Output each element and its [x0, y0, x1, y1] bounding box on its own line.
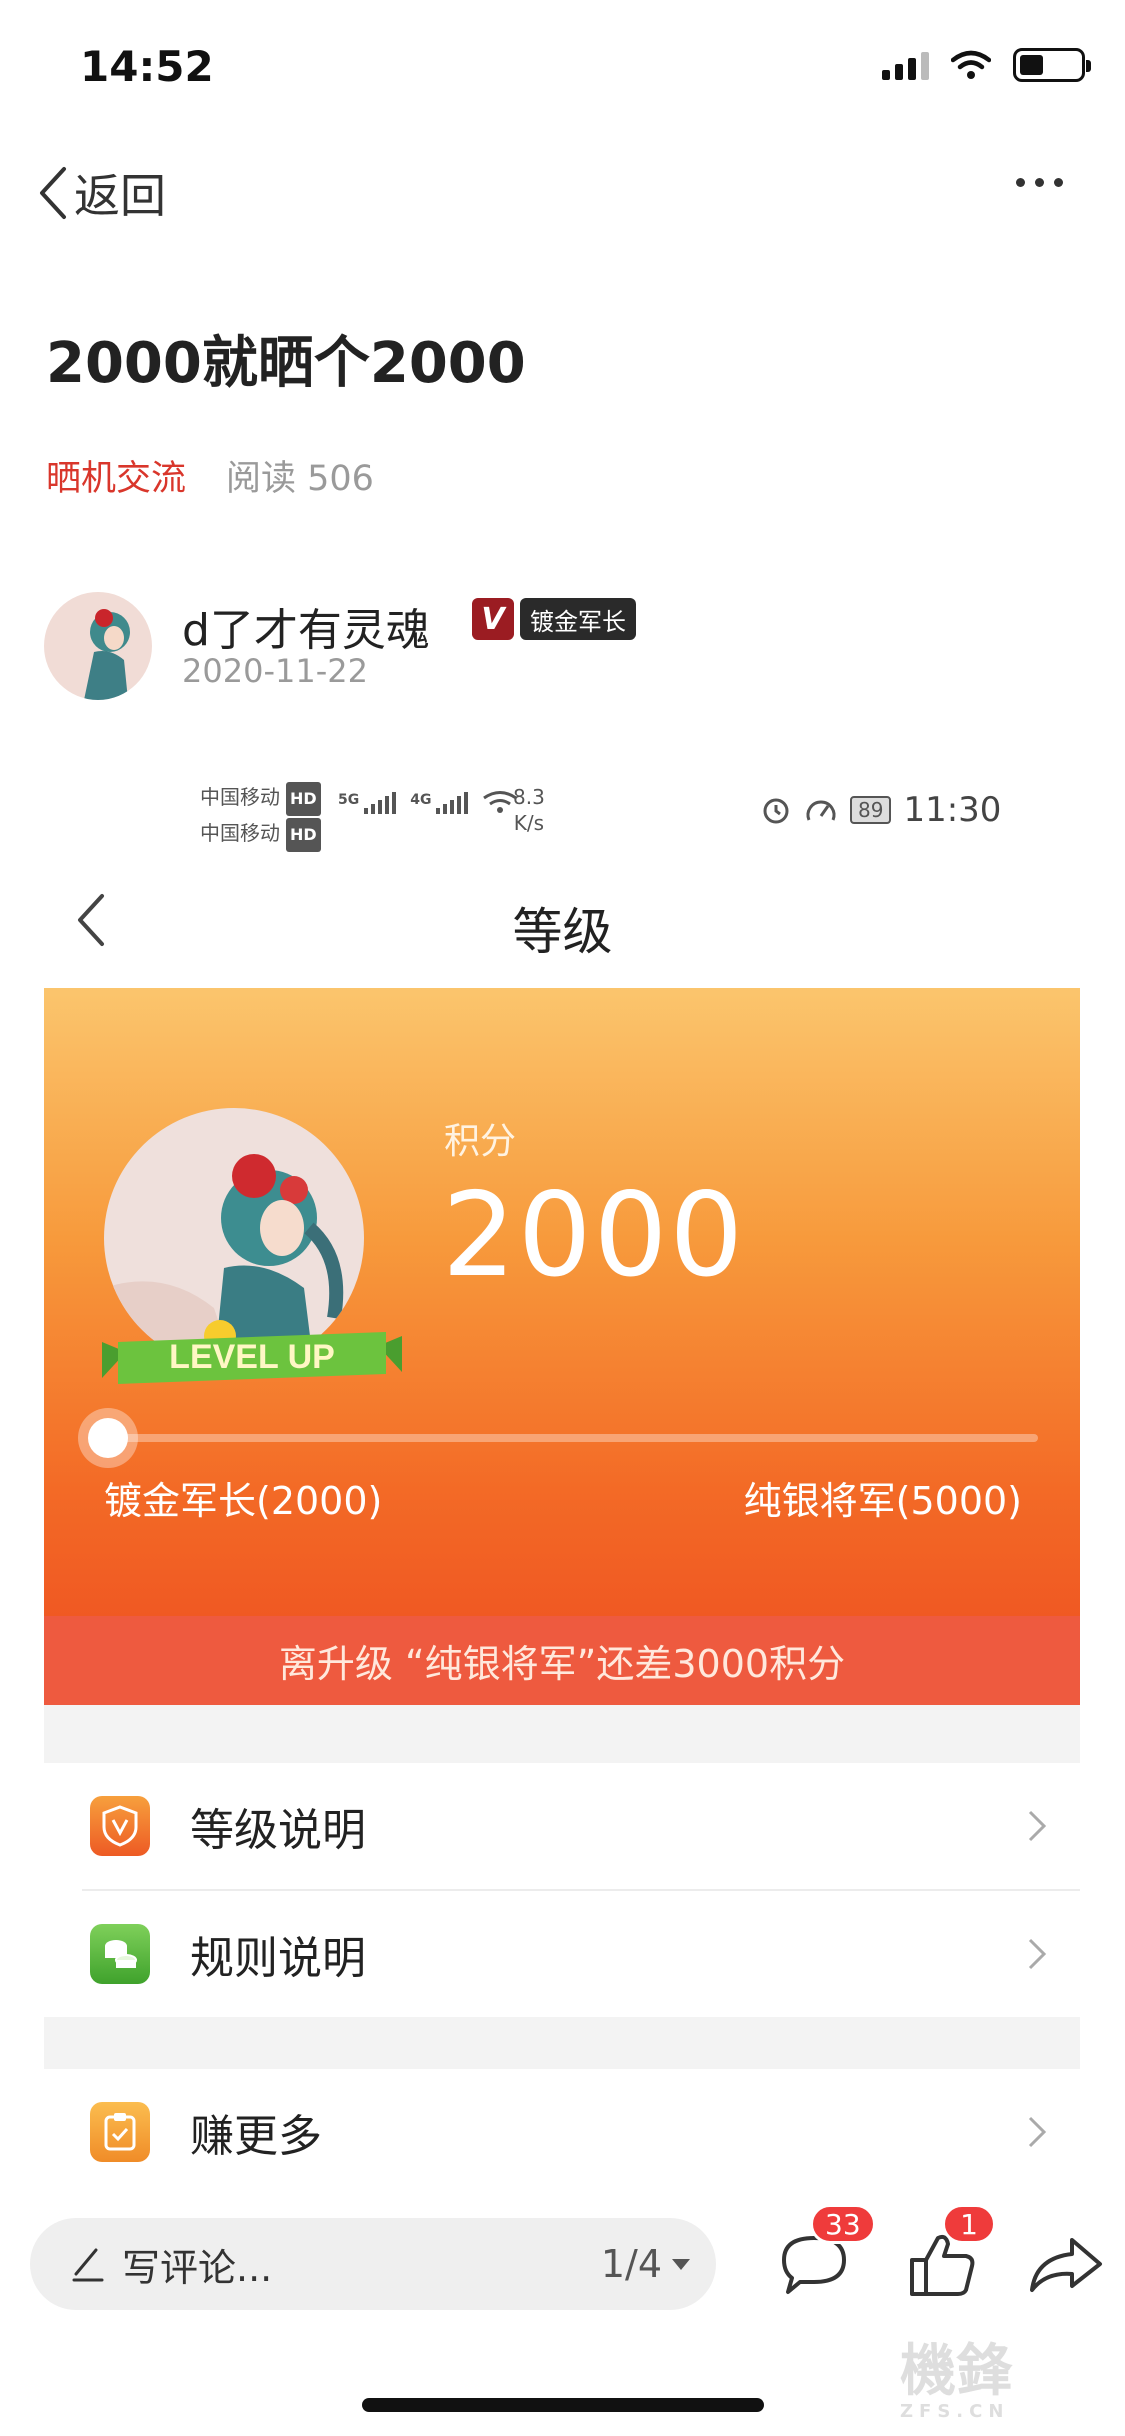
wifi-icon	[951, 50, 991, 79]
hd-badge: HD	[286, 782, 321, 816]
clipboard-check-icon	[90, 2102, 150, 2162]
current-level-label: 镀金军长(2000)	[104, 1479, 383, 1523]
category-link[interactable]: 晒机交流	[46, 450, 186, 501]
hd-badge: HD	[286, 818, 321, 852]
embedded-carrier-2: 中国移动	[200, 821, 280, 845]
level-card: LEVEL UP 积分 2000 镀金军长(2000) 纯银将军(5000) 离…	[44, 988, 1080, 1705]
section-gap	[44, 2017, 1080, 2069]
level-progress-knob	[88, 1418, 128, 1458]
status-icons	[882, 48, 1091, 82]
coins-icon	[90, 1924, 150, 1984]
cellular-signal-icon	[882, 50, 929, 80]
speedometer-icon	[806, 800, 836, 821]
dot-icon	[1054, 178, 1063, 187]
shield-v-icon	[90, 1796, 150, 1856]
pen-icon	[72, 2248, 104, 2282]
more-options-button[interactable]	[1016, 178, 1063, 187]
embedded-page-title: 等级	[512, 903, 613, 961]
post-meta: 晒机交流 阅读 506	[46, 450, 374, 501]
chevron-right-icon	[1028, 1938, 1047, 1970]
back-button[interactable]: 返回	[36, 160, 166, 226]
v5-badge-icon: V	[472, 598, 514, 640]
embedded-carrier-1: 中国移动	[200, 785, 280, 809]
points-value: 2000	[442, 1168, 746, 1303]
like-button[interactable]: 1	[898, 2204, 996, 2310]
battery-icon	[1013, 48, 1091, 82]
author-avatar[interactable]	[44, 592, 152, 700]
menu-label: 赚更多	[190, 2111, 322, 2162]
upgrade-gap-banner: 离升级 “纯银将军”还差3000积分	[44, 1616, 1080, 1705]
status-time: 14:52	[80, 42, 214, 91]
svg-text:LEVEL UP: LEVEL UP	[169, 1338, 335, 1376]
author-name[interactable]: d了才有灵魂	[182, 594, 430, 658]
watermark-logo: 機鋒 ZFS.CN	[900, 2339, 1012, 2422]
share-arrow-icon	[1030, 2238, 1102, 2292]
speed-value: 8.3	[513, 785, 545, 809]
like-count-badge: 1	[942, 2204, 996, 2244]
section-gap	[44, 1705, 1080, 1763]
comment-placeholder: 写评论...	[122, 2245, 273, 2290]
embedded-5g-signal-icon: 5G	[338, 792, 397, 814]
menu-item-rules[interactable]: 规则说明	[44, 1891, 1080, 2017]
embedded-status-right: 89 11:30	[760, 790, 1001, 830]
embedded-net-speed: 8.3 K/s	[513, 784, 545, 836]
menu-label: 规则说明	[190, 1933, 366, 1984]
points-label: 积分	[444, 1121, 517, 1162]
back-label: 返回	[74, 169, 166, 223]
page-indicator[interactable]: 1/4	[601, 2242, 662, 2286]
menu-item-earn-more[interactable]: 赚更多	[44, 2069, 1080, 2195]
embedded-4g-signal-icon: 4G	[410, 792, 469, 814]
embedded-network-icons: 5G 4G	[338, 790, 518, 814]
embedded-carrier-info: 中国移动 HD 中国移动 HD	[200, 780, 321, 852]
chevron-right-icon	[1028, 2116, 1047, 2148]
comment-input[interactable]: 写评论... 1/4	[30, 2218, 716, 2310]
menu-label: 等级说明	[190, 1805, 366, 1856]
comment-button[interactable]: 33	[770, 2204, 876, 2310]
dot-icon	[1016, 178, 1025, 187]
dot-icon	[1035, 178, 1044, 187]
level-progress-track	[104, 1434, 1038, 1442]
menu-item-level-info[interactable]: 等级说明	[44, 1763, 1080, 1889]
post-date: 2020-11-22	[182, 652, 368, 690]
comment-count-badge: 33	[810, 2204, 876, 2244]
alarm-icon	[763, 798, 789, 824]
chevron-left-icon	[40, 167, 66, 219]
dropdown-triangle-icon[interactable]	[672, 2258, 690, 2270]
next-level-label: 纯银将军(5000)	[743, 1479, 1022, 1523]
chevron-right-icon	[1028, 1810, 1047, 1842]
level-up-ribbon-icon: LEVEL UP	[102, 1320, 402, 1384]
home-indicator	[362, 2398, 764, 2412]
speed-unit: K/s	[513, 811, 545, 835]
read-count: 阅读 506	[226, 459, 374, 499]
post-title: 2000就晒个2000	[46, 331, 526, 396]
rank-badge: 镀金军长	[520, 598, 636, 640]
embedded-battery: 89	[850, 796, 892, 824]
share-button[interactable]	[1022, 2220, 1112, 2310]
embedded-time: 11:30	[903, 790, 1002, 830]
embedded-back-chevron-icon[interactable]	[72, 890, 112, 950]
